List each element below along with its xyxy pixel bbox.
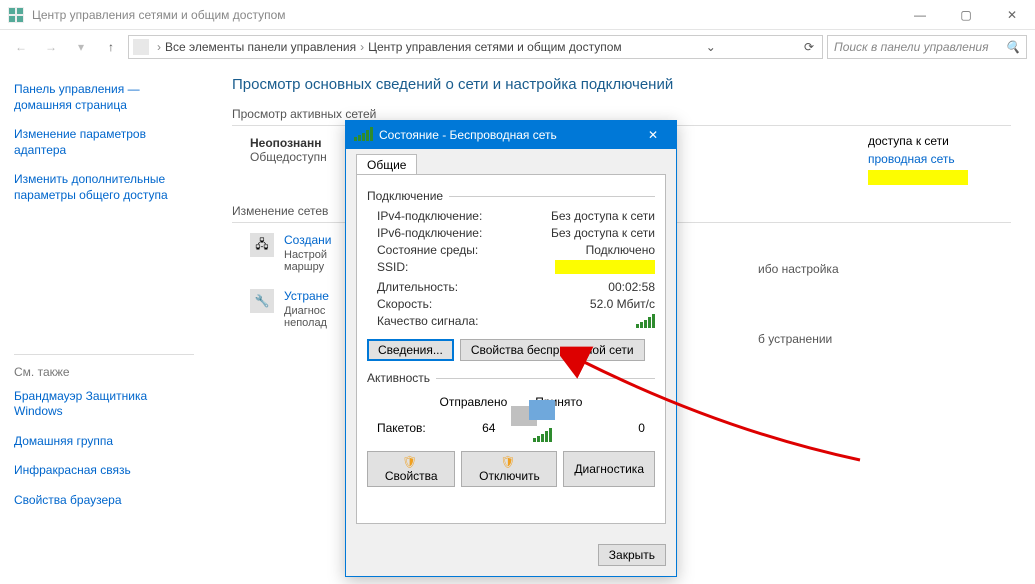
row-speed: Скорость:52.0 Мбит/с — [367, 297, 655, 311]
sidebar-item-home[interactable]: Панель управления — домашняя страница — [14, 82, 194, 113]
back-button[interactable]: ← — [8, 34, 34, 60]
see-also-label: См. также — [14, 365, 194, 379]
search-icon: 🔍 — [1005, 40, 1020, 54]
breadcrumb-current[interactable]: Центр управления сетями и общим доступом — [368, 40, 622, 54]
sidebar-divider — [14, 354, 194, 355]
navigation-bar: ← → ▾ ↑ › Все элементы панели управления… — [0, 30, 1035, 64]
row-ipv4: IPv4-подключение:Без доступа к сети — [367, 209, 655, 223]
search-input[interactable]: Поиск в панели управления 🔍 — [827, 35, 1027, 59]
sidebar-item-adapter[interactable]: Изменение параметров адаптера — [14, 127, 194, 158]
breadcrumb-root[interactable]: Все элементы панели управления — [165, 40, 356, 54]
disable-button[interactable]: 🛡Отключить — [461, 451, 557, 487]
up-button[interactable]: ↑ — [98, 34, 124, 60]
task-troubleshoot-desc: Диагноснеполад — [284, 305, 329, 329]
refresh-icon[interactable]: ⟳ — [800, 40, 818, 54]
packets-recv: 0 — [638, 421, 645, 435]
page-title: Просмотр основных сведений о сети и наст… — [232, 76, 1011, 93]
properties-button[interactable]: 🛡Свойства — [367, 451, 455, 487]
row-ssid: SSID: — [367, 260, 655, 277]
troubleshoot-icon: 🔧 — [250, 289, 274, 313]
row-media: Состояние среды:Подключено — [367, 243, 655, 257]
dialog-close-button[interactable]: ✕ — [638, 128, 668, 142]
control-panel-icon — [133, 39, 149, 55]
breadcrumb-dropdown-icon[interactable]: ⌄ — [702, 40, 720, 54]
shield-icon: 🛡 — [402, 455, 417, 469]
sidebar: Панель управления — домашняя страница Из… — [0, 64, 208, 584]
sidebar-also-firewall[interactable]: Брандмауэр Защитника Windows — [14, 389, 194, 420]
app-icon — [8, 7, 24, 23]
maximize-button[interactable]: ▢ — [943, 0, 989, 30]
yellow-highlight — [868, 170, 968, 185]
shield-icon: 🛡 — [500, 455, 515, 469]
network-details-right: доступа к сети проводная сеть — [868, 134, 968, 189]
status-dialog: Состояние - Беспроводная сеть ✕ Общие По… — [345, 120, 677, 577]
search-placeholder: Поиск в панели управления — [834, 40, 989, 54]
breadcrumb[interactable]: › Все элементы панели управления › Центр… — [128, 35, 823, 59]
details-button[interactable]: Сведения... — [367, 339, 454, 361]
minimize-button[interactable]: — — [897, 0, 943, 30]
sent-label: Отправлено — [440, 395, 508, 409]
task-setup-title[interactable]: Создани — [284, 233, 331, 247]
wifi-properties-button[interactable]: Свойства беспроводной сети — [460, 339, 645, 361]
window-titlebar: Центр управления сетями и общим доступом… — [0, 0, 1035, 30]
ssid-highlight — [555, 260, 655, 274]
row-ipv6: IPv6-подключение:Без доступа к сети — [367, 226, 655, 240]
sidebar-also-homegroup[interactable]: Домашняя группа — [14, 434, 194, 450]
window-title: Центр управления сетями и общим доступом — [32, 8, 897, 22]
access-type-value: доступа к сети — [868, 134, 949, 148]
signal-bars-icon — [636, 314, 655, 328]
sidebar-also-infrared[interactable]: Инфракрасная связь — [14, 463, 194, 479]
dialog-titlebar[interactable]: Состояние - Беспроводная сеть ✕ — [346, 121, 676, 149]
task-troubleshoot-suffix: б устранении — [758, 332, 832, 346]
connection-link[interactable]: проводная сеть — [868, 152, 955, 166]
setup-icon: 🖧 — [250, 233, 274, 257]
diagnostics-button[interactable]: Диагностика — [563, 451, 655, 487]
close-button[interactable]: ✕ — [989, 0, 1035, 30]
connection-group-label: Подключение — [367, 189, 655, 203]
task-setup-desc: Настроймаршру — [284, 249, 331, 273]
packets-sent: 64 — [482, 421, 495, 435]
row-signal: Качество сигнала: — [367, 314, 655, 331]
recent-dropdown[interactable]: ▾ — [68, 34, 94, 60]
dialog-title: Состояние - Беспроводная сеть — [379, 128, 638, 142]
task-troubleshoot-title[interactable]: Устране — [284, 289, 329, 303]
tab-general[interactable]: Общие — [356, 154, 417, 175]
activity-graphic: Отправлено Принято — [367, 395, 655, 409]
sidebar-item-sharing[interactable]: Изменить дополнительные параметры общего… — [14, 172, 194, 203]
forward-button[interactable]: → — [38, 34, 64, 60]
close-button-footer[interactable]: Закрыть — [598, 544, 666, 566]
wifi-icon — [354, 127, 373, 144]
task-setup-suffix: ибо настройка — [758, 262, 839, 276]
activity-group-label: Активность — [367, 371, 655, 385]
row-duration: Длительность:00:02:58 — [367, 280, 655, 294]
sidebar-also-browser[interactable]: Свойства браузера — [14, 493, 194, 509]
